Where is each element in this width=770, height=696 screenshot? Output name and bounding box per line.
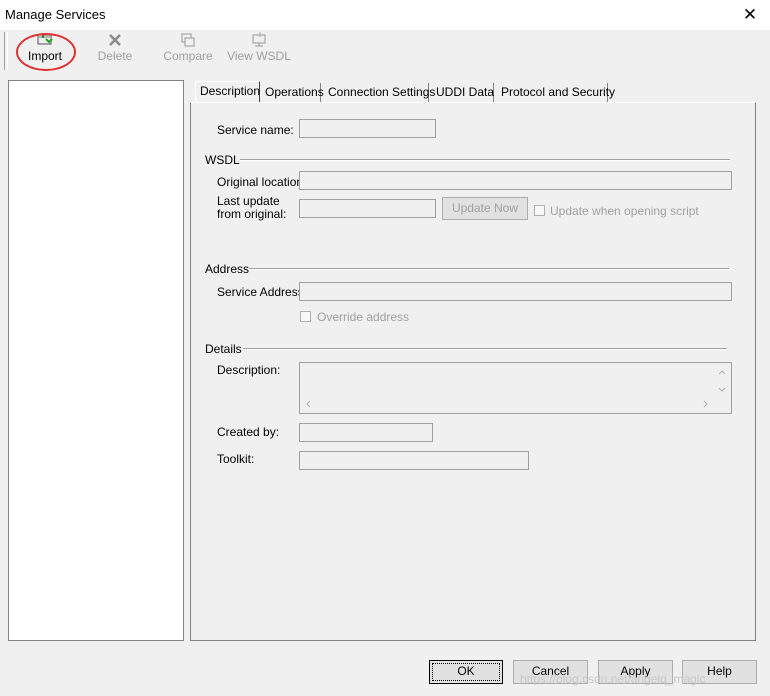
title-bar — [0, 0, 770, 30]
details-divider — [243, 348, 727, 350]
override-address-checkbox[interactable] — [300, 311, 311, 322]
close-icon[interactable]: ✕ — [736, 2, 764, 28]
update-when-opening-label: Update when opening script — [550, 204, 699, 218]
import-icon — [37, 33, 53, 45]
original-location-field[interactable] — [299, 171, 732, 190]
tab-connection-settings[interactable]: Connection Settings — [324, 83, 435, 102]
description-label: Description: — [217, 363, 281, 377]
tab-operations[interactable]: Operations — [261, 83, 324, 102]
service-name-label: Service name: — [217, 123, 294, 137]
ok-button[interactable]: OK — [429, 660, 503, 684]
service-address-field[interactable] — [299, 282, 732, 301]
view-wsdl-button[interactable]: View WSDL — [224, 30, 294, 70]
tab-description[interactable]: Description — [195, 81, 260, 102]
tab-protocol-and-security[interactable]: Protocol and Security — [497, 83, 615, 102]
toolbar-grip — [4, 32, 8, 70]
address-divider — [249, 268, 729, 270]
wsdl-section-title: WSDL — [205, 153, 240, 167]
toolkit-field[interactable] — [299, 451, 529, 470]
compare-icon — [181, 33, 195, 47]
import-button[interactable]: Import — [20, 30, 70, 70]
compare-button[interactable]: Compare — [158, 30, 218, 70]
view-wsdl-icon — [252, 32, 266, 47]
wsdl-divider — [240, 159, 730, 161]
last-update-label-1: Last update — [217, 194, 280, 208]
tab-uddi-data[interactable]: UDDI Data — [432, 83, 494, 102]
service-name-field[interactable] — [299, 119, 436, 138]
view-wsdl-label: View WSDL — [227, 49, 291, 63]
created-by-label: Created by: — [217, 425, 280, 439]
override-address-label: Override address — [317, 310, 410, 324]
delete-button[interactable]: Delete — [92, 30, 138, 70]
details-section-title: Details — [205, 342, 242, 356]
compare-label: Compare — [163, 49, 213, 63]
window-title: Manage Services — [5, 7, 106, 22]
horizontal-scroll-arrows-icon — [306, 400, 708, 408]
delete-icon — [109, 34, 121, 46]
toolkit-label: Toolkit: — [217, 452, 255, 466]
delete-label: Delete — [97, 49, 133, 63]
watermark-text: https://blog.csdn.net/angelq_magic — [520, 672, 706, 686]
last-update-field[interactable] — [299, 199, 436, 218]
created-by-field[interactable] — [299, 423, 433, 442]
scroll-arrows-icon — [718, 370, 726, 392]
description-textarea[interactable] — [299, 362, 732, 414]
service-address-label: Service Address: — [217, 285, 308, 299]
focus-rect — [432, 663, 500, 681]
update-when-opening-checkbox[interactable] — [534, 205, 545, 216]
services-list[interactable] — [8, 80, 184, 641]
last-update-label-2: from original: — [217, 207, 287, 221]
original-location-label: Original location: — [217, 175, 307, 189]
update-now-button[interactable]: Update Now — [442, 197, 528, 220]
address-section-title: Address — [205, 262, 250, 276]
import-label: Import — [27, 49, 62, 63]
